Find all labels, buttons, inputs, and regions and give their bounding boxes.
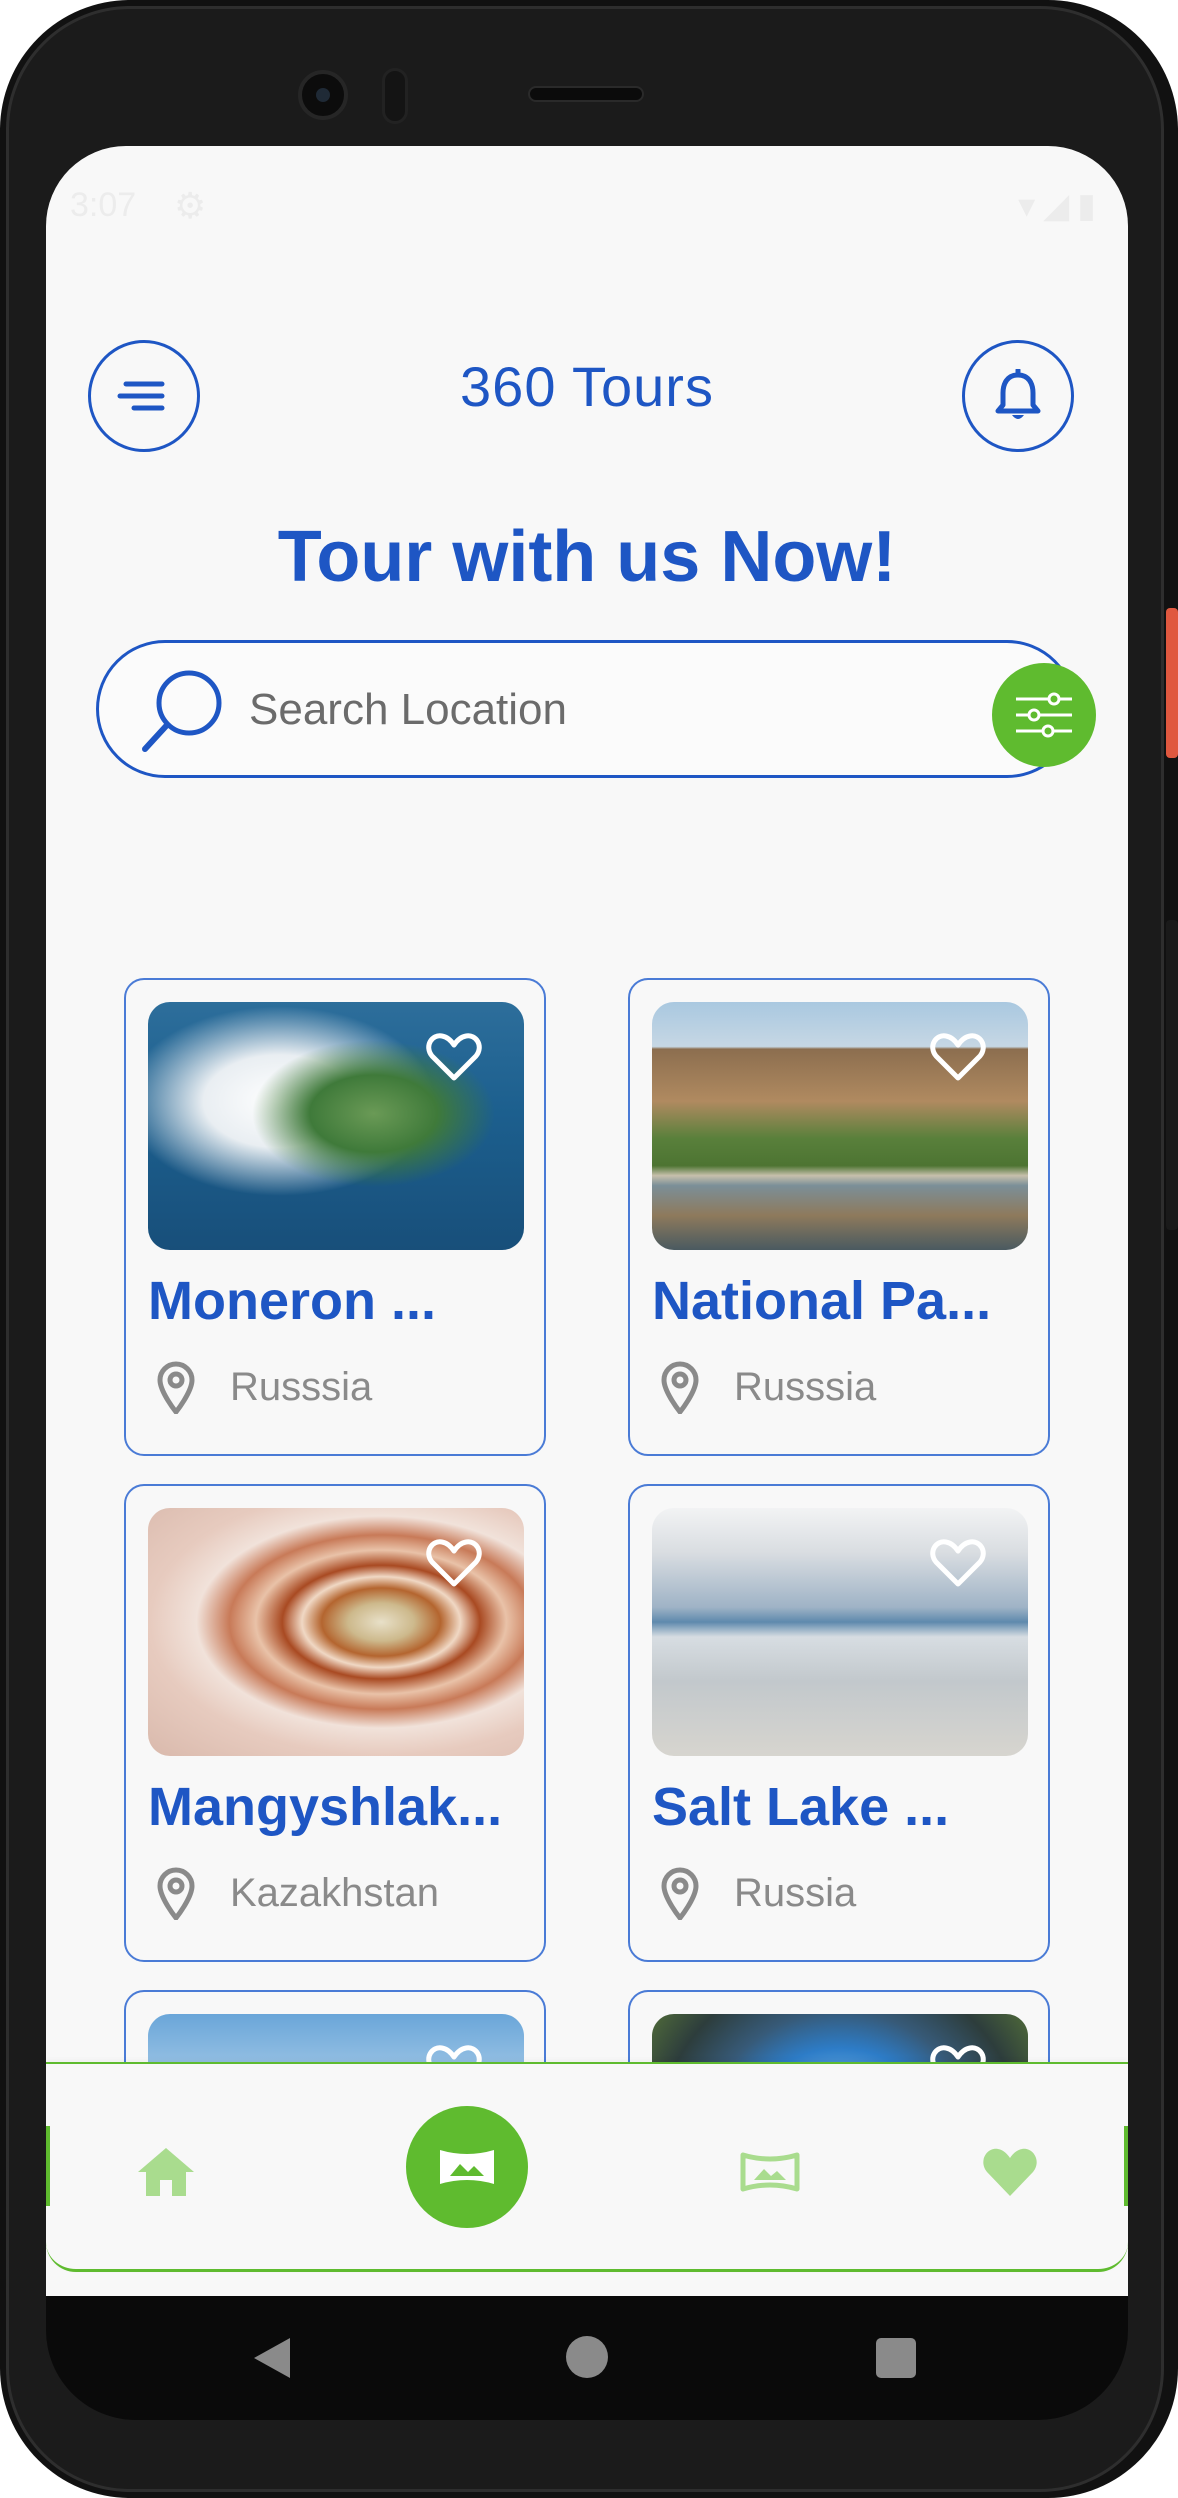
tour-title: Mangyshlak... (148, 1777, 503, 1837)
earpiece-speaker (528, 86, 644, 102)
location-pin-icon (157, 1867, 195, 1920)
tour-title: Salt Lake ... (652, 1777, 950, 1837)
filter-button[interactable] (992, 663, 1096, 767)
status-bar: 3:07 ⚙ ▾◢▮ (46, 186, 1128, 236)
nav-gallery[interactable] (734, 2136, 806, 2208)
heart-icon (983, 2148, 1037, 2196)
bell-icon (995, 369, 1041, 419)
heart-icon[interactable] (426, 1538, 482, 1588)
nav-home[interactable] (130, 2136, 202, 2208)
heart-icon[interactable] (930, 1538, 986, 1588)
tour-location: Russia (660, 1866, 856, 1920)
tour-location: Russsia (660, 1360, 876, 1414)
power-button (1166, 608, 1178, 758)
heart-icon[interactable] (426, 2044, 482, 2062)
volume-button (1166, 920, 1178, 1230)
nav-edge-accent (46, 2126, 50, 2206)
page-headline: Tour with us Now! (277, 517, 897, 597)
tour-image (148, 2014, 524, 2062)
status-time: 3:07 (70, 186, 137, 224)
tour-location-text: Russsia (230, 1364, 373, 1409)
tour-location: Kazakhstan (156, 1866, 439, 1920)
home-icon (138, 2148, 194, 2196)
location-pin-icon (157, 1361, 195, 1414)
status-icons: ▾◢▮ (1018, 186, 1104, 226)
home-circle-icon[interactable] (566, 2336, 608, 2378)
tour-image (148, 1508, 524, 1756)
tour-location: Russsia (156, 1360, 372, 1414)
recents-icon[interactable] (876, 2338, 916, 2378)
back-icon[interactable] (252, 2336, 292, 2380)
panorama-icon (440, 2150, 494, 2184)
panorama-outline-icon (740, 2152, 800, 2192)
location-pin-icon (661, 1867, 699, 1920)
gear-icon: ⚙ (174, 186, 207, 227)
tour-card[interactable]: Salt Lake ... Russia (628, 1484, 1050, 1962)
bottom-navigation (46, 2062, 1128, 2272)
tour-title: National Pa... (652, 1271, 992, 1331)
tour-image (652, 1002, 1028, 1250)
heart-icon[interactable] (930, 1032, 986, 1082)
proximity-sensor (382, 68, 408, 124)
tour-grid: Moneron ... Russsia National Pa... Russs… (46, 826, 1128, 2062)
app-screen: 3:07 ⚙ ▾◢▮ 360 Tours Tour with us Now! S… (46, 146, 1128, 2296)
nav-tours[interactable] (406, 2106, 528, 2228)
tour-card[interactable] (628, 1990, 1050, 2062)
sliders-icon (1016, 692, 1072, 738)
nav-favorites[interactable] (974, 2136, 1046, 2208)
location-pin-icon (661, 1361, 699, 1414)
heart-icon[interactable] (426, 1032, 482, 1082)
tour-image (148, 1002, 524, 1250)
tour-location-text: Russia (734, 1870, 857, 1915)
search-icon (142, 670, 222, 752)
heart-icon[interactable] (930, 2044, 986, 2062)
phone-frame: 3:07 ⚙ ▾◢▮ 360 Tours Tour with us Now! S… (0, 0, 1178, 2498)
tour-image (652, 1508, 1028, 1756)
tour-image (652, 2014, 1028, 2062)
nav-edge-accent (1124, 2126, 1128, 2206)
tour-card[interactable]: Mangyshlak... Kazakhstan (124, 1484, 546, 1962)
tour-card[interactable]: National Pa... Russsia (628, 978, 1050, 1456)
front-camera (298, 70, 348, 120)
search-input[interactable] (249, 673, 909, 747)
tour-card[interactable] (124, 1990, 546, 2062)
tour-card[interactable]: Moneron ... Russsia (124, 978, 546, 1456)
tour-location-text: Russsia (734, 1364, 877, 1409)
system-navigation-bar (46, 2296, 1128, 2420)
search-bar[interactable] (96, 640, 1096, 778)
notifications-button[interactable] (962, 340, 1074, 452)
tour-title: Moneron ... (148, 1271, 436, 1331)
tour-location-text: Kazakhstan (230, 1870, 440, 1915)
